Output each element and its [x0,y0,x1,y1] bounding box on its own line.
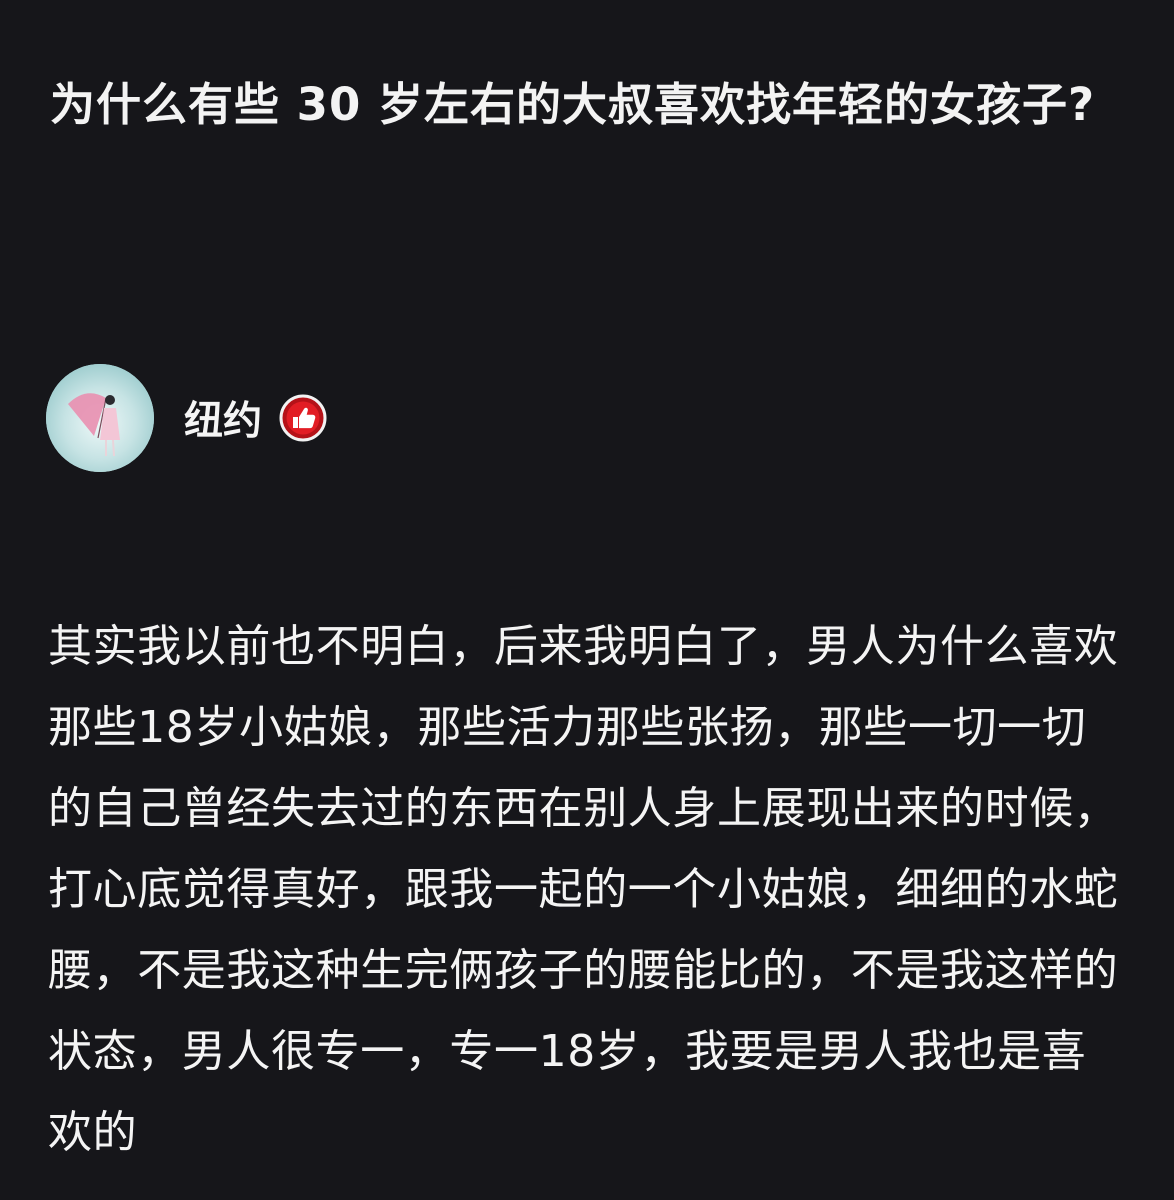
thumbs-up-badge-icon [279,394,327,442]
answer-body[interactable]: 其实我以前也不明白，后来我明白了，男人为什么喜欢那些18岁小姑娘，那些活力那些张… [48,606,1128,1173]
author-row[interactable]: 纽约 [46,364,327,472]
avatar-image [46,364,154,472]
author-avatar[interactable] [46,364,154,472]
question-title[interactable]: 为什么有些 30 岁左右的大叔喜欢找年轻的女孩子? [50,68,1130,141]
author-name[interactable]: 纽约 [184,390,262,446]
